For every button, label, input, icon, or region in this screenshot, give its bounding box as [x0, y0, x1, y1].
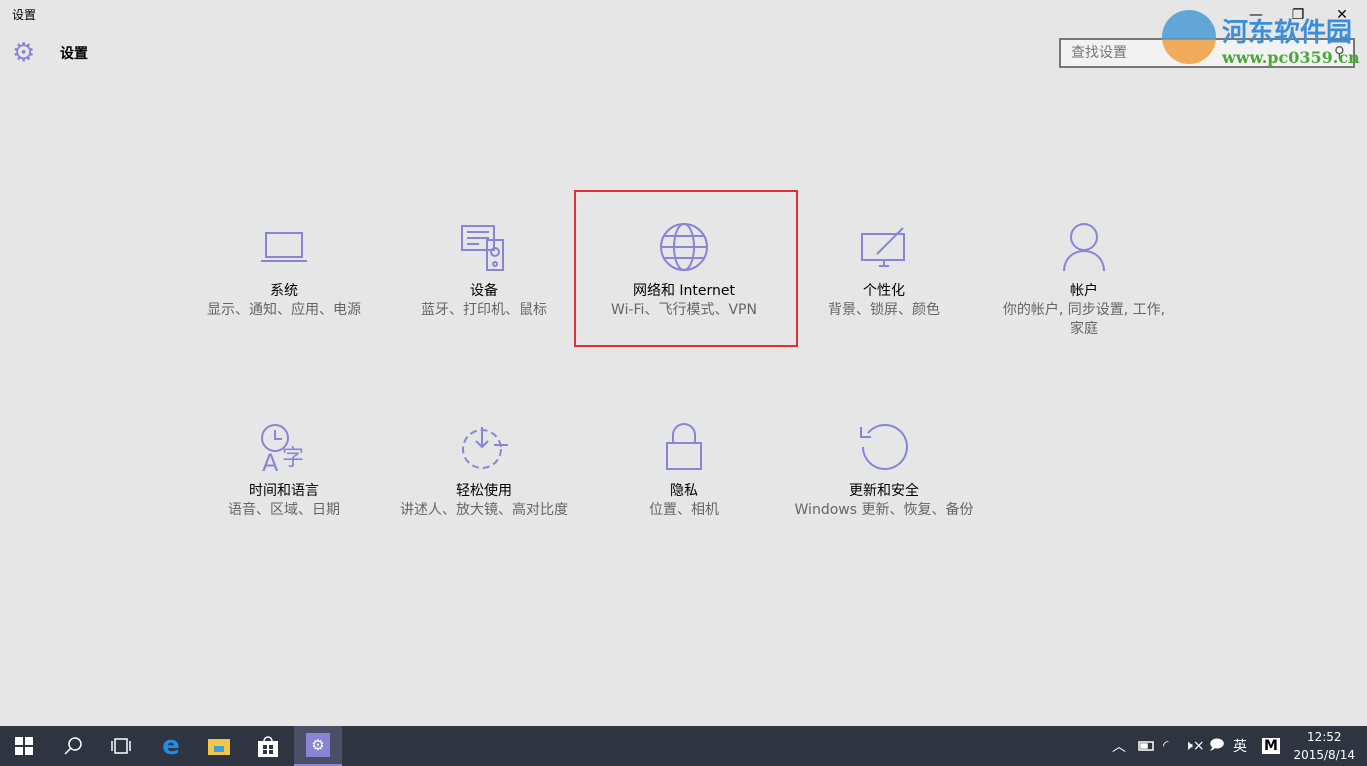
task-view-icon[interactable]	[97, 726, 145, 766]
file-explorer-icon[interactable]	[195, 726, 243, 766]
clock-date: 2015/8/14	[1293, 746, 1355, 764]
wifi-icon[interactable]: ◜	[1163, 726, 1168, 766]
tile-desc: 位置、相机	[594, 501, 774, 520]
clock[interactable]: 12:52 2015/8/14	[1293, 728, 1355, 764]
tile-desc: 讲述人、放大镜、高对比度	[394, 501, 574, 520]
tile-title: 网络和 Internet	[594, 281, 774, 301]
taskbar: e ⚙ ︿ ◜ 🕨× 🗩 英 M 12:52 2015/8/14	[0, 726, 1367, 766]
show-hidden-icons[interactable]: ︿	[1112, 726, 1126, 766]
battery-icon[interactable]	[1138, 726, 1156, 766]
search-box[interactable]: ⚲	[1059, 38, 1355, 68]
tile-time-language[interactable]: A字 时间和语言 语音、区域、日期	[194, 419, 374, 520]
volume-muted-icon[interactable]: 🕨×	[1184, 726, 1205, 766]
input-language[interactable]: 英	[1233, 726, 1247, 766]
person-icon	[994, 219, 1174, 275]
search-icon[interactable]: ⚲	[1334, 43, 1345, 61]
tile-title: 时间和语言	[194, 481, 374, 501]
tile-update-security[interactable]: 更新和安全 Windows 更新、恢复、备份	[794, 419, 974, 520]
tile-devices[interactable]: 设备 蓝牙、打印机、鼠标	[394, 219, 574, 320]
tile-title: 设备	[394, 281, 574, 301]
tile-title: 系统	[194, 281, 374, 301]
ime-label[interactable]: M	[1262, 738, 1280, 754]
page-title: 设置	[60, 43, 88, 63]
time-language-icon: A字	[194, 419, 374, 475]
tile-title: 更新和安全	[794, 481, 974, 501]
action-center-icon[interactable]: 🗩	[1209, 726, 1225, 766]
close-button[interactable]: ✕	[1322, 2, 1362, 28]
tile-personalization[interactable]: 个性化 背景、锁屏、颜色	[794, 219, 974, 320]
search-input[interactable]	[1061, 40, 1341, 66]
tile-desc: 背景、锁屏、颜色	[794, 301, 974, 320]
tile-system[interactable]: 系统 显示、通知、应用、电源	[194, 219, 374, 320]
maximize-button[interactable]: ❐	[1278, 2, 1318, 28]
globe-icon	[594, 219, 774, 275]
ime-mode[interactable]: M	[1262, 726, 1280, 766]
tile-title: 个性化	[794, 281, 974, 301]
svg-text:A: A	[262, 449, 279, 473]
tile-title: 隐私	[594, 481, 774, 501]
store-icon[interactable]	[244, 726, 292, 766]
laptop-icon	[194, 219, 374, 275]
devices-icon	[394, 219, 574, 275]
tile-privacy[interactable]: 隐私 位置、相机	[594, 419, 774, 520]
title-bar: 设置 — ❐ ✕	[0, 0, 1367, 30]
ease-of-access-icon	[394, 419, 574, 475]
tile-desc: 显示、通知、应用、电源	[194, 301, 374, 320]
settings-taskbar-button[interactable]: ⚙	[294, 726, 342, 766]
tile-network[interactable]: 网络和 Internet Wi-Fi、飞行模式、VPN	[594, 219, 774, 320]
tile-desc: 蓝牙、打印机、鼠标	[394, 301, 574, 320]
tile-accounts[interactable]: 帐户 你的帐户, 同步设置, 工作, 家庭	[994, 219, 1174, 339]
gear-icon: ⚙	[306, 733, 330, 757]
clock-time: 12:52	[1293, 728, 1355, 746]
personalization-icon	[794, 219, 974, 275]
lock-icon	[594, 419, 774, 475]
window-title: 设置	[12, 6, 36, 23]
update-icon	[794, 419, 974, 475]
page-header: ⚙ 设置	[12, 40, 88, 66]
tile-title: 轻松使用	[394, 481, 574, 501]
start-button[interactable]	[0, 726, 48, 766]
tile-desc: 你的帐户, 同步设置, 工作, 家庭	[994, 301, 1174, 339]
tile-desc: 语音、区域、日期	[194, 501, 374, 520]
tile-desc: Wi-Fi、飞行模式、VPN	[594, 301, 774, 320]
svg-text:字: 字	[282, 446, 304, 471]
gear-icon: ⚙	[12, 40, 38, 66]
tile-desc: Windows 更新、恢复、备份	[794, 501, 974, 520]
minimize-button[interactable]: —	[1236, 2, 1276, 28]
edge-icon[interactable]: e	[147, 726, 195, 766]
tile-title: 帐户	[994, 281, 1174, 301]
tile-ease-of-access[interactable]: 轻松使用 讲述人、放大镜、高对比度	[394, 419, 574, 520]
search-taskbar-icon[interactable]	[49, 726, 97, 766]
